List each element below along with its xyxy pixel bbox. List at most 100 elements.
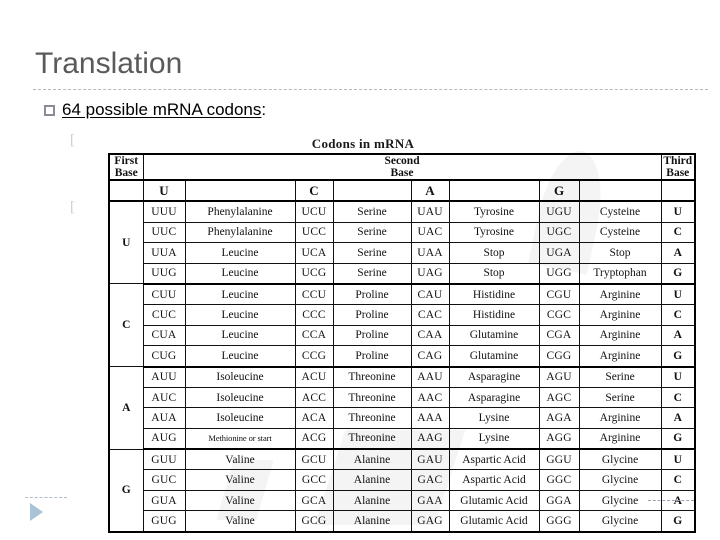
codon-GGA: GGA (538, 489, 580, 512)
codon-ACA: ACA (294, 407, 334, 429)
codon-UCG: UCG (294, 262, 334, 285)
codon-CUA: CUA (142, 324, 186, 347)
codon-CCG: CCG (294, 345, 334, 368)
codon-CGU: CGU (538, 283, 580, 306)
codon-UGU: UGU (538, 200, 580, 223)
amino-acid-AGG: Arginine (578, 427, 662, 451)
codon-ACG: ACG (294, 427, 334, 451)
second-base-column-label-U: U (142, 179, 186, 203)
table-row: GUC Valine GCC Alanine GAC Aspartic Acid GGC Gl… (109, 469, 696, 491)
table-row: AUG Methionine or start ACG Threonine AAG Lys… (109, 427, 696, 451)
third-base-label: C (660, 304, 696, 326)
third-base-label: G (660, 510, 696, 533)
codon-CGG: CGG (538, 345, 580, 368)
codon-UAU: UAU (410, 200, 450, 223)
amino-acid-GCC: Alanine (332, 469, 412, 491)
amino-acid-GCG: Alanine (332, 510, 412, 533)
amino-acid-CUU: Leucine (184, 283, 296, 306)
amino-acid-ACA: Threonine (332, 407, 412, 429)
codon-table-caption: Codons in mRNA (311, 136, 415, 151)
third-base-label: C (660, 221, 696, 244)
third-base-label: A (660, 242, 696, 264)
table-row: A AUU Isoleucine ACU Threonine AAU Asparagine A… (108, 366, 696, 450)
second-base-column-label-A: A (410, 179, 450, 203)
amino-acid-GAG: Glutamic Acid (448, 510, 540, 533)
amino-acid-UUC: Phenylalanine (184, 221, 296, 244)
amino-acid-UUU: Phenylalanine (184, 200, 296, 223)
amino-acid-UGA: Stop (578, 242, 662, 264)
codon-CAU: CAU (410, 283, 450, 306)
codon-GGC: GGC (538, 469, 580, 491)
codon-AAC: AAC (410, 386, 450, 409)
codon-GCA: GCA (294, 489, 334, 512)
amino-acid-ACU: Threonine (332, 366, 412, 388)
third-base-label: G (660, 427, 696, 451)
codon-UCC: UCC (294, 221, 334, 244)
third-base-label: C (660, 469, 696, 491)
amino-acid-CGC: Arginine (578, 304, 662, 326)
table-row: CUG Leucine CCG Proline CAG Glutamine CGG Argin… (109, 345, 696, 368)
amino-acid-GAU: Aspartic Acid (448, 448, 540, 471)
amino-acid-GUC: Valine (184, 469, 296, 491)
codon-CUU: CUU (142, 283, 186, 306)
codon-UUU: UUU (142, 200, 186, 223)
table-row: UUC Phenylalanine UCC Serine UAC Tyrosine UGC C… (109, 221, 696, 244)
amino-acid-AAU: Asparagine (448, 366, 540, 388)
codon-UUC: UUC (142, 221, 186, 244)
subheader-spacer-right (660, 179, 696, 203)
codon-GUG: GUG (142, 510, 186, 533)
amino-acid-GAA: Glutamic Acid (448, 489, 540, 512)
codon-AAG: AAG (410, 427, 450, 451)
codon-CGC: CGC (538, 304, 580, 326)
amino-acid-ACC: Threonine (332, 386, 412, 409)
third-base-label: C (660, 386, 696, 409)
codon-UCA: UCA (294, 242, 334, 264)
third-base-label: A (660, 407, 696, 429)
codon-GUU: GUU (142, 448, 186, 471)
amino-acid-UAU: Tyrosine (448, 200, 540, 223)
first-base-label-C: C (108, 283, 144, 368)
amino-acid-GUG: Valine (184, 510, 296, 533)
amino-acid-AAG: Lysine (448, 427, 540, 451)
second-base-column-label-C: C (294, 179, 334, 203)
table-row: CUA Leucine CCA Proline CAA Glutamine CGA Argin… (109, 324, 696, 347)
codon-CCU: CCU (294, 283, 334, 306)
table-row: UUA Leucine UCA Serine UAA Stop UGA Stop A (109, 242, 696, 264)
codon-UAC: UAC (410, 221, 450, 244)
third-base-label: U (660, 283, 696, 306)
second-base-column-pad-C (332, 179, 412, 203)
amino-acid-CAU: Histidine (448, 283, 540, 306)
codon-ACU: ACU (294, 366, 334, 388)
amino-acid-GUA: Valine (184, 489, 296, 512)
third-base-label: U (660, 200, 696, 223)
bullet-text-container: 64 possible mRNA codons: (62, 100, 266, 120)
amino-acid-CGA: Arginine (578, 324, 662, 347)
amino-acid-CCA: Proline (332, 324, 412, 347)
amino-acid-GCU: Alanine (332, 448, 412, 471)
table-row: C CUU Leucine CCU Proline CAU Histidine CGU Argi… (108, 283, 696, 368)
amino-acid-AUG: Methionine or start (184, 427, 296, 451)
codon-AUA: AUA (142, 407, 186, 429)
codon-CUG: CUG (142, 345, 186, 368)
page-title: Translation (35, 47, 183, 80)
sub-bullet-marker-2: [ (70, 199, 75, 215)
codon-GAC: GAC (410, 469, 450, 491)
amino-acid-GUU: Valine (184, 448, 296, 471)
square-bullet-icon (44, 105, 55, 116)
table-row: AUA Isoleucine ACA Threonine AAA Lysine AGA Arg… (109, 407, 696, 429)
amino-acid-AGU: Serine (578, 366, 662, 388)
second-base-column-pad-G (578, 179, 662, 203)
subheader-spacer-left (108, 179, 144, 203)
footer-dash-right (648, 500, 694, 501)
codon-CAA: CAA (410, 324, 450, 347)
amino-acid-ACG: Threonine (332, 427, 412, 451)
amino-acid-AGC: Serine (578, 386, 662, 409)
codon-GCG: GCG (294, 510, 334, 533)
amino-acid-GGG: Glycine (578, 510, 662, 533)
table-header-row: First Base Second Base Third Base (108, 153, 696, 181)
codon-GAA: GAA (410, 489, 450, 512)
codon-AGC: AGC (538, 386, 580, 409)
codon-AGG: AGG (538, 427, 580, 451)
amino-acid-GGU: Glycine (578, 448, 662, 471)
codon-UGC: UGC (538, 221, 580, 244)
